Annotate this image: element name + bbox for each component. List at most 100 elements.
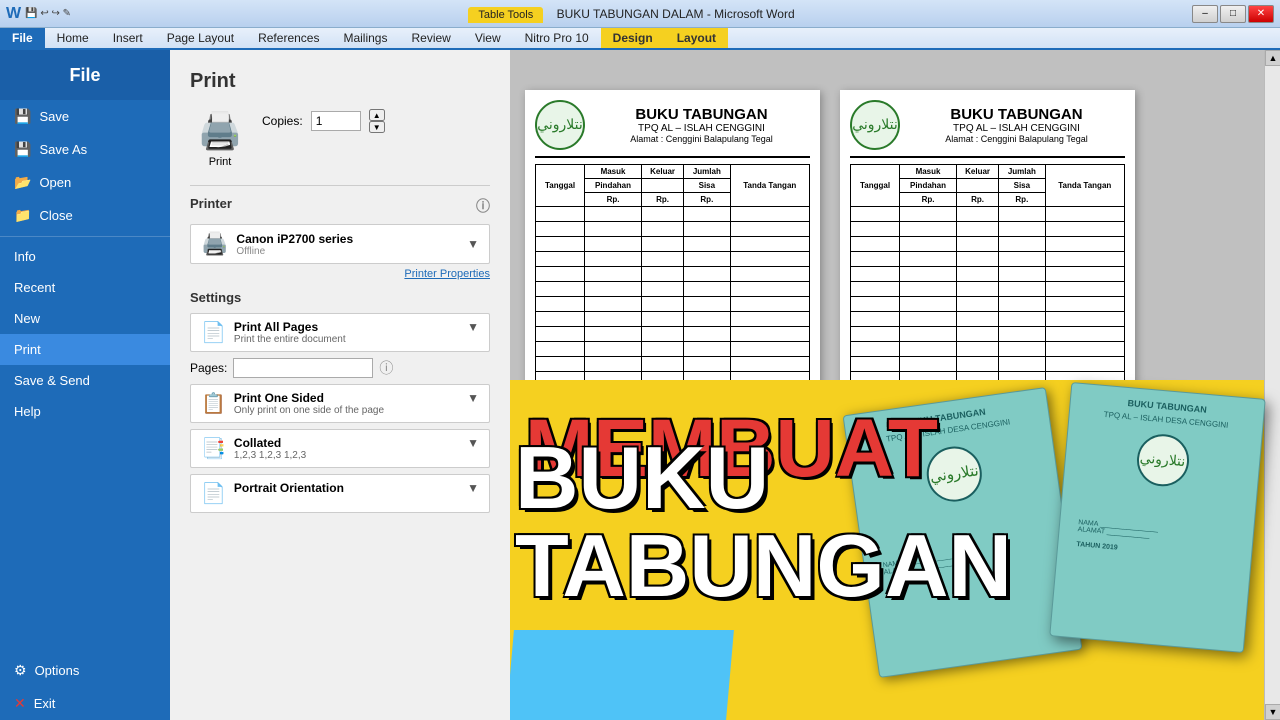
collated-icon: 📑	[201, 436, 226, 461]
table-row	[536, 252, 810, 267]
tab-references[interactable]: References	[246, 28, 331, 48]
table-row	[851, 207, 1125, 222]
col-keluar-1: Keluar	[641, 165, 683, 179]
tab-home[interactable]: Home	[45, 28, 101, 48]
printer-properties-link[interactable]: Printer Properties	[190, 268, 490, 280]
quick-access: 💾 ↩ ↪ ✎	[25, 8, 71, 19]
menu-item-save[interactable]: 💾 Save	[0, 100, 170, 133]
menu-item-new[interactable]: New	[0, 303, 170, 334]
menu-item-options[interactable]: ⚙ Options	[0, 654, 170, 687]
page-1-subtitle: TPQ AL – ISLAH CENGGINI	[593, 123, 810, 134]
table-row	[851, 357, 1125, 372]
tab-design[interactable]: Design	[601, 28, 665, 48]
minimize-button[interactable]: –	[1192, 5, 1218, 23]
tab-file[interactable]: File	[0, 28, 45, 48]
table-row	[536, 312, 810, 327]
collated-selector[interactable]: 📑 Collated 1,2,3 1,2,3 1,2,3 ▼	[190, 429, 490, 468]
scroll-down-button[interactable]: ▼	[1265, 704, 1280, 720]
page-1-address: Alamat : Cenggini Balapulang Tegal	[593, 134, 810, 144]
one-sided-selector[interactable]: 📋 Print One Sided Only print on one side…	[190, 384, 490, 423]
printer-name: Canon iP2700 series	[236, 232, 459, 246]
menu-item-help[interactable]: Help	[0, 396, 170, 427]
pages-input[interactable]	[233, 358, 373, 378]
collated-arrow-icon[interactable]: ▼	[467, 436, 479, 450]
col-rp-sisa-2: Rp.	[999, 193, 1045, 207]
tab-mailings[interactable]: Mailings	[331, 28, 399, 48]
menu-item-recent[interactable]: Recent	[0, 272, 170, 303]
table-row	[536, 207, 810, 222]
maximize-button[interactable]: □	[1220, 5, 1246, 23]
menu-item-open[interactable]: 📂 Open	[0, 166, 170, 199]
copies-up-button[interactable]: ▲	[369, 109, 385, 121]
printer-selector[interactable]: 🖨️ Canon iP2700 series Offline ▼	[190, 224, 490, 264]
menu-item-info[interactable]: Info	[0, 241, 170, 272]
page-2-title-block: BUKU TABUNGAN TPQ AL – ISLAH CENGGINI Al…	[908, 106, 1125, 144]
col-masuk-2: Masuk	[900, 165, 957, 179]
menu-item-exit[interactable]: ✕ Exit	[0, 687, 170, 720]
recent-label: Recent	[14, 280, 55, 295]
collated-title: Collated	[234, 436, 459, 450]
table-row	[851, 282, 1125, 297]
col-pindahan-2: Pindahan	[900, 179, 957, 193]
col-masuk-1: Masuk	[585, 165, 642, 179]
copies-down-button[interactable]: ▼	[369, 121, 385, 133]
print-all-title: Print All Pages	[234, 320, 459, 334]
table-row	[851, 312, 1125, 327]
print-all-arrow-icon[interactable]: ▼	[467, 320, 479, 334]
exit-label: Exit	[34, 696, 56, 711]
col-sisa-2: Sisa	[999, 179, 1045, 193]
save-label: Save	[39, 109, 69, 124]
col-rp-sisa-1: Rp.	[684, 193, 730, 207]
file-label: File	[69, 65, 100, 86]
pages-info-icon[interactable]: ⓘ	[379, 358, 393, 378]
tab-view[interactable]: View	[463, 28, 513, 48]
table-row	[536, 237, 810, 252]
one-sided-arrow-icon[interactable]: ▼	[467, 391, 479, 405]
scroll-up-button[interactable]: ▲	[1265, 50, 1280, 66]
col-jumlah-2: Jumlah	[999, 165, 1045, 179]
menu-item-save-as[interactable]: 💾 Save As	[0, 133, 170, 166]
table-row	[536, 342, 810, 357]
options-label: Options	[35, 663, 80, 678]
table-row	[536, 357, 810, 372]
orientation-arrow-icon[interactable]: ▼	[467, 481, 479, 495]
tab-page-layout[interactable]: Page Layout	[155, 28, 246, 48]
window-controls: – □ ✕	[1192, 5, 1274, 23]
printer-status: Offline	[236, 246, 459, 257]
col-pindahan-1: Pindahan	[585, 179, 642, 193]
pages-label: Pages:	[190, 361, 227, 375]
page-2-header: نتلاروني BUKU TABUNGAN TPQ AL – ISLAH CE…	[850, 100, 1125, 158]
menu-item-save-send[interactable]: Save & Send	[0, 365, 170, 396]
col-rp-masuk-2: Rp.	[900, 193, 957, 207]
menu-item-close[interactable]: 📁 Close	[0, 199, 170, 232]
save-as-label: Save As	[39, 142, 87, 157]
col-keluar-sub-2	[956, 179, 998, 193]
tab-review[interactable]: Review	[399, 28, 462, 48]
close-button[interactable]: ✕	[1248, 5, 1274, 23]
col-rp-keluar-2: Rp.	[956, 193, 998, 207]
close-file-icon: 📁	[14, 207, 31, 224]
print-all-pages-selector[interactable]: 📄 Print All Pages Print the entire docum…	[190, 313, 490, 352]
copies-input[interactable]	[311, 111, 361, 131]
exit-icon: ✕	[14, 695, 26, 712]
orientation-selector[interactable]: 📄 Portrait Orientation ▼	[190, 474, 490, 513]
tab-layout[interactable]: Layout	[665, 28, 728, 48]
save-icon: 💾	[14, 108, 31, 125]
col-jumlah-1: Jumlah	[684, 165, 730, 179]
scroll-bar[interactable]: ▲ ▼	[1264, 50, 1280, 720]
ribbon-tabs: File Home Insert Page Layout References …	[0, 28, 1280, 50]
blue-strip	[510, 630, 734, 720]
print-icon-button[interactable]: 🖨️ Print	[190, 109, 250, 169]
table-row	[536, 222, 810, 237]
printer-dropdown-icon[interactable]: ▼	[467, 237, 479, 251]
printer-icon: 🖨️	[201, 231, 228, 257]
page-2-logo: نتلاروني	[850, 100, 900, 150]
one-sided-sub: Only print on one side of the page	[234, 405, 459, 416]
title-bar: W 💾 ↩ ↪ ✎ Table Tools BUKU TABUNGAN DALA…	[0, 0, 1280, 28]
col-tanda-2: Tanda Tangan	[1045, 165, 1124, 207]
printer-info-icon[interactable]: ⓘ	[476, 196, 490, 216]
menu-item-print[interactable]: Print	[0, 334, 170, 365]
page-2-main-title: BUKU TABUNGAN	[908, 106, 1125, 123]
tab-nitro[interactable]: Nitro Pro 10	[513, 28, 601, 48]
tab-insert[interactable]: Insert	[101, 28, 155, 48]
